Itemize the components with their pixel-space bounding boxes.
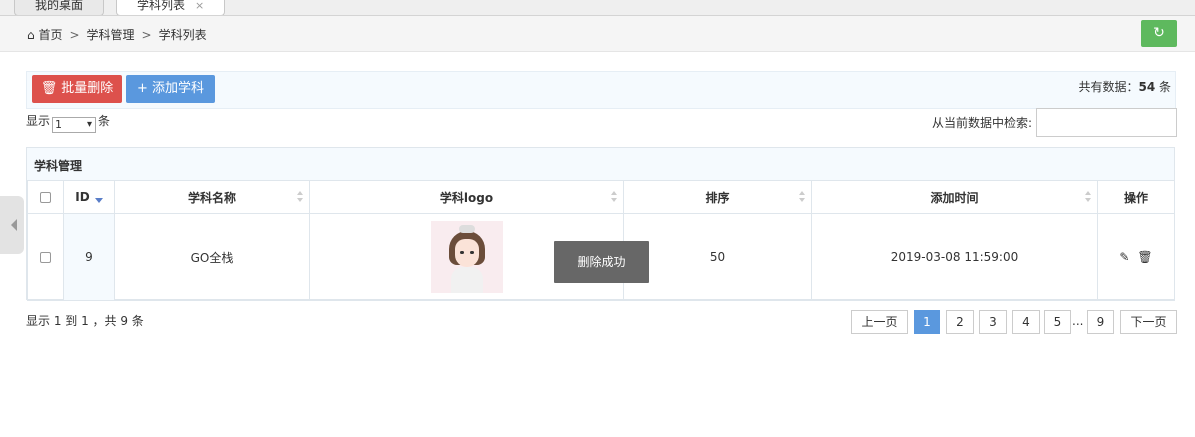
- close-icon[interactable]: ×: [195, 0, 204, 12]
- home-icon: ⌂: [27, 28, 39, 42]
- breadcrumb-subject-list: 学科列表: [158, 28, 207, 42]
- toolbar: 🗑 批量删除 + 添加学科 共有数据：54 条: [26, 71, 1176, 109]
- cell-created: 2019-03-08 11:59:00: [811, 213, 1098, 301]
- breadcrumb: ⌂ 首页 > 学科管理 > 学科列表: [27, 26, 207, 43]
- length-prefix: 显示: [26, 114, 51, 128]
- edit-icon[interactable]: ✎: [1119, 250, 1129, 264]
- page-button-4[interactable]: 4: [1012, 310, 1040, 334]
- page-button-3[interactable]: 3: [979, 310, 1007, 334]
- breadcrumb-bar: ⌂ 首页 > 学科管理 > 学科列表: [0, 16, 1195, 52]
- select-all-checkbox[interactable]: [40, 192, 51, 203]
- toast-message: 删除成功: [554, 241, 649, 283]
- next-page-button[interactable]: 下一页: [1120, 310, 1177, 334]
- tab-my-desktop[interactable]: 我的桌面: [14, 0, 105, 15]
- sidebar-toggle[interactable]: [0, 196, 24, 254]
- search-label: 从当前数据中检索:: [932, 116, 1033, 130]
- column-label: 添加时间: [930, 190, 979, 205]
- breadcrumb-subject-management[interactable]: 学科管理: [87, 28, 135, 42]
- row-checkbox[interactable]: [40, 252, 51, 263]
- total-number: 54: [1138, 80, 1156, 94]
- total-suffix: 条: [1155, 80, 1171, 94]
- cell-name: GO全栈: [114, 213, 310, 301]
- sort-icon: [297, 191, 303, 204]
- column-label: 操作: [1123, 190, 1148, 205]
- row-checkbox-cell: [27, 213, 64, 301]
- chevron-left-icon: [11, 219, 17, 231]
- cell-order: 50: [623, 213, 812, 301]
- batch-delete-button[interactable]: 🗑 批量删除: [32, 75, 122, 103]
- page-button-1[interactable]: 1: [914, 310, 940, 334]
- pagination-ellipsis: ...: [1072, 314, 1084, 328]
- tab-label: 学科列表: [137, 0, 186, 12]
- page-length-select[interactable]: 1: [52, 117, 97, 133]
- total-count: 共有数据：54 条: [1078, 78, 1171, 95]
- table-info: 显示 1 到 1 ，共 9 条: [26, 314, 144, 328]
- search-input[interactable]: [1036, 108, 1177, 137]
- plus-icon: +: [137, 81, 148, 96]
- trash-icon: 🗑: [40, 81, 58, 96]
- column-label: 学科logo: [439, 190, 494, 205]
- column-header-created[interactable]: 添加时间: [811, 180, 1098, 214]
- cell-id: 9: [63, 213, 115, 301]
- page-button-2[interactable]: 2: [946, 310, 974, 334]
- refresh-button[interactable]: ↻: [1141, 20, 1177, 47]
- column-header-id[interactable]: ID: [63, 180, 115, 214]
- select-all-header: [27, 180, 64, 214]
- sort-desc-icon: [94, 198, 103, 203]
- sort-icon: [799, 191, 805, 204]
- total-prefix: 共有数据：: [1078, 80, 1139, 94]
- column-label: 排序: [705, 190, 730, 205]
- column-header-order[interactable]: 排序: [623, 180, 812, 214]
- delete-icon[interactable]: 🗑: [1137, 250, 1152, 264]
- tab-label: 我的桌面: [35, 0, 84, 12]
- add-subject-label: 添加学科: [151, 81, 204, 96]
- prev-page-button[interactable]: 上一页: [851, 310, 908, 334]
- breadcrumb-separator: >: [69, 28, 80, 42]
- batch-delete-label: 批量删除: [61, 81, 114, 96]
- cell-actions: ✎ 🗑: [1097, 213, 1175, 301]
- add-subject-button[interactable]: + 添加学科: [126, 75, 215, 103]
- sort-icon: [1085, 191, 1091, 204]
- sort-icon: [611, 191, 617, 204]
- column-header-logo[interactable]: 学科logo: [309, 180, 624, 214]
- subject-logo-image: [430, 221, 503, 293]
- tab-subject-list[interactable]: 学科列表 ×: [116, 0, 226, 15]
- page-button-5[interactable]: 5: [1044, 310, 1071, 334]
- column-label: ID: [75, 190, 90, 204]
- column-header-actions: 操作: [1097, 180, 1175, 214]
- column-label: 学科名称: [187, 190, 236, 205]
- tab-bar: 我的桌面 学科列表 ×: [0, 0, 1195, 16]
- refresh-icon: ↻: [1153, 25, 1165, 41]
- breadcrumb-separator: >: [141, 28, 152, 42]
- table-header-row: ID 学科名称 学科logo 排序 添加时间 操作: [27, 180, 1175, 214]
- page-button-9[interactable]: 9: [1087, 310, 1114, 334]
- pagination: 上一页 1 2 3 4 5 ... 9 下一页: [851, 310, 1177, 334]
- length-suffix: 条: [98, 114, 111, 128]
- page-length-control: 显示1条: [26, 112, 110, 133]
- breadcrumb-home[interactable]: 首页: [38, 28, 62, 42]
- table-title: 学科管理: [27, 148, 1174, 180]
- column-header-name[interactable]: 学科名称: [114, 180, 310, 214]
